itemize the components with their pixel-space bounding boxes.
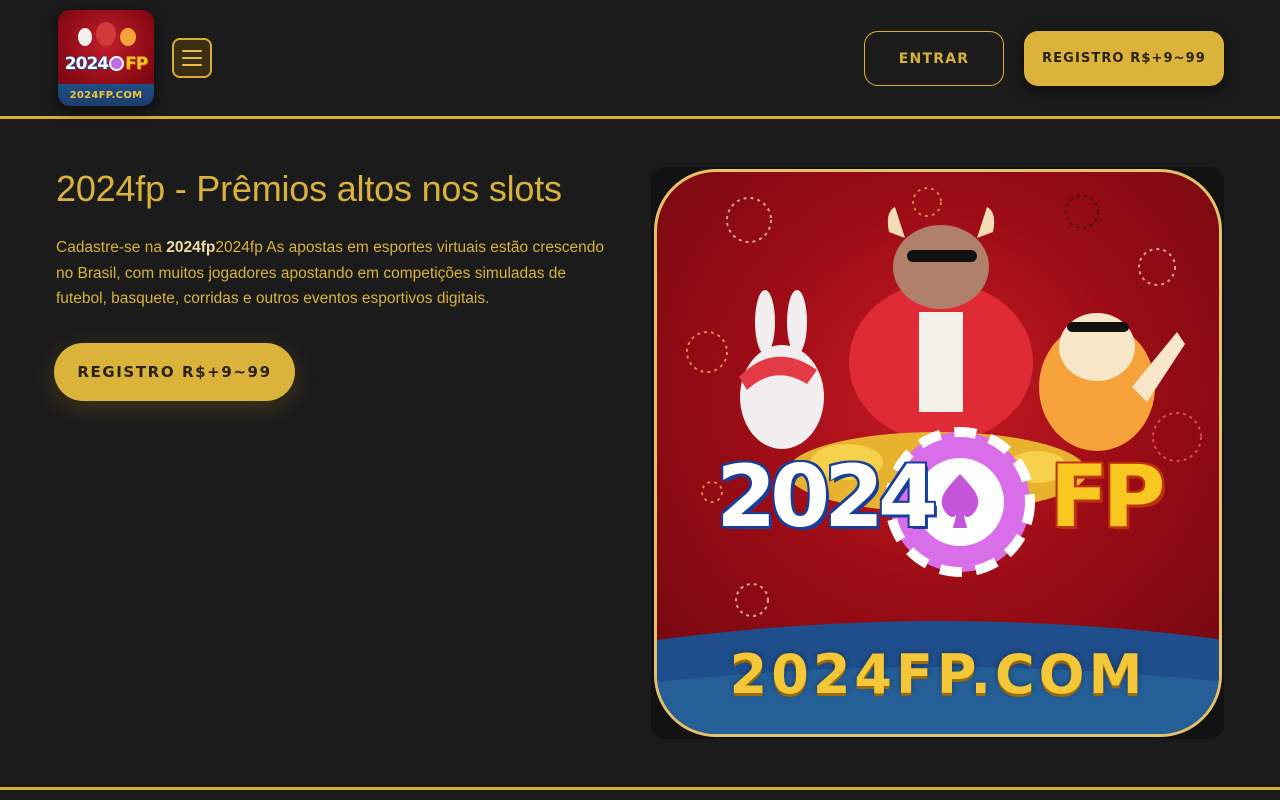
logo-domain-text: 2024FP.COM (69, 89, 143, 101)
hero-promo-image: 2024 FP 2024FP.COM (654, 169, 1222, 737)
logo-wordmark: 2024 FP (64, 54, 148, 74)
poker-chip-icon (109, 56, 125, 71)
page-title: 2024fp - Prêmios altos nos slots (56, 168, 562, 209)
site-logo[interactable]: 2024 FP 2024FP.COM (58, 10, 154, 106)
register-button-hero[interactable]: REGISTRO R$+9~99 (54, 343, 295, 401)
hero-description: Cadastre-se na 2024fp2024fp As apostas e… (56, 239, 604, 307)
site-header: 2024 FP 2024FP.COM ENTRAR REGISTRO R$+9~9… (0, 0, 1280, 119)
logo-characters-image (72, 22, 140, 52)
footer-divider (0, 787, 1280, 790)
hero-art-wordmark: 2024 FP (716, 447, 1165, 547)
hamburger-menu-button[interactable] (172, 38, 212, 78)
login-button[interactable]: ENTRAR (864, 31, 1004, 86)
hamburger-icon (182, 50, 202, 52)
logo-domain-band: 2024FP.COM (58, 84, 154, 106)
hero-art-domain: 2024FP.COM (729, 643, 1147, 706)
register-button-header[interactable]: REGISTRO R$+9~99 (1024, 31, 1224, 86)
brand-highlight: 2024fp (166, 239, 216, 256)
